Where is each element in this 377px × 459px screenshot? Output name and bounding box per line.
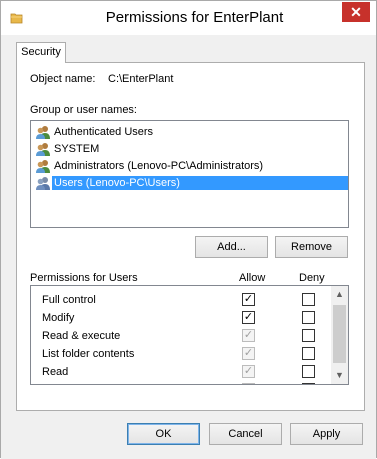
ok-button[interactable]: OK bbox=[127, 423, 200, 445]
allow-checkbox[interactable]: ✓ bbox=[242, 293, 255, 306]
permission-row-read: Read ✓ bbox=[31, 363, 333, 381]
users-icon bbox=[36, 142, 50, 156]
allow-checkbox-inherited: ✓ bbox=[242, 365, 255, 378]
cancel-button[interactable]: Cancel bbox=[209, 423, 282, 445]
list-item-authenticated-users[interactable]: Authenticated Users bbox=[35, 123, 348, 140]
allow-checkbox-inherited: ✓ bbox=[242, 383, 255, 384]
deny-checkbox[interactable] bbox=[302, 329, 315, 342]
title-accent bbox=[1, 1, 376, 5]
deny-checkbox[interactable] bbox=[302, 293, 315, 306]
list-item-system[interactable]: SYSTEM bbox=[35, 140, 348, 157]
permissions-label: Permissions for Users bbox=[30, 272, 138, 284]
list-item-label: Authenticated Users bbox=[54, 125, 154, 138]
allow-header: Allow bbox=[239, 272, 266, 284]
title-bar[interactable]: Permissions for EnterPlant ✕ bbox=[1, 1, 376, 35]
close-icon: ✕ bbox=[350, 3, 362, 20]
list-item-users[interactable]: Users (Lenovo-PC\Users) bbox=[35, 174, 348, 191]
list-item-label: SYSTEM bbox=[54, 142, 100, 155]
scroll-up-icon[interactable]: ▲ bbox=[331, 286, 348, 303]
tab-security-label: Security bbox=[21, 46, 61, 58]
deny-checkbox[interactable] bbox=[302, 365, 315, 378]
list-item-label: Administrators (Lenovo-PC\Administrators… bbox=[54, 159, 264, 172]
permission-row-partial: ✓ bbox=[31, 381, 333, 384]
permissions-list: Full control ✓ Modify ✓ Read & execute ✓… bbox=[30, 285, 349, 385]
list-item-label: Users (Lenovo-PC\Users) bbox=[52, 175, 348, 190]
permissions-scrollbar[interactable]: ▲ ▼ bbox=[331, 286, 348, 384]
deny-checkbox[interactable] bbox=[302, 383, 315, 384]
permission-row-list-folder-contents: List folder contents ✓ bbox=[31, 345, 333, 363]
permission-name: Modify bbox=[42, 312, 75, 324]
permission-name: Read bbox=[42, 366, 69, 378]
deny-checkbox[interactable] bbox=[302, 347, 315, 360]
permission-name: Full control bbox=[42, 294, 96, 306]
permissions-dialog: Permissions for EnterPlant ✕ Security Ob… bbox=[0, 0, 377, 459]
group-user-list[interactable]: Authenticated Users SYSTEM Administrator… bbox=[30, 120, 349, 228]
allow-checkbox[interactable]: ✓ bbox=[242, 311, 255, 324]
permission-row-read-execute: Read & execute ✓ bbox=[31, 327, 333, 345]
close-button[interactable]: ✕ bbox=[342, 2, 370, 22]
permission-name: List folder contents bbox=[42, 348, 135, 360]
apply-button[interactable]: Apply bbox=[290, 423, 363, 445]
object-name-label: Object name: bbox=[30, 73, 96, 85]
allow-checkbox-inherited: ✓ bbox=[242, 347, 255, 360]
allow-checkbox-inherited: ✓ bbox=[242, 329, 255, 342]
deny-header: Deny bbox=[299, 272, 325, 284]
users-icon bbox=[36, 176, 50, 190]
list-item-administrators[interactable]: Administrators (Lenovo-PC\Administrators… bbox=[35, 157, 348, 174]
users-icon bbox=[36, 125, 50, 139]
tab-security[interactable]: Security bbox=[16, 42, 66, 63]
scroll-thumb[interactable] bbox=[333, 305, 346, 363]
permission-row-full-control: Full control ✓ bbox=[31, 291, 333, 309]
window-title: Permissions for EnterPlant bbox=[105, 9, 284, 26]
users-icon bbox=[36, 159, 50, 173]
permission-name: Read & execute bbox=[42, 330, 121, 342]
deny-checkbox[interactable] bbox=[302, 311, 315, 324]
object-name-value: C:\EnterPlant bbox=[108, 73, 174, 85]
add-button[interactable]: Add... bbox=[195, 236, 268, 258]
remove-button[interactable]: Remove bbox=[275, 236, 348, 258]
group-list-label: Group or user names: bbox=[30, 104, 137, 116]
permission-row-modify: Modify ✓ bbox=[31, 309, 333, 327]
scroll-down-icon[interactable]: ▼ bbox=[331, 367, 348, 384]
